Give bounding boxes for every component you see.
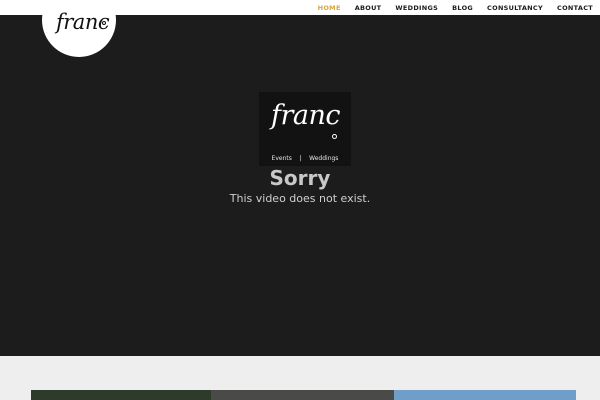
gallery-photo: [394, 390, 576, 400]
nav-item-weddings[interactable]: WEDDINGS: [395, 4, 438, 12]
video-logo-tagline: Events | Weddings: [271, 155, 339, 162]
video-registered-mark-icon: [332, 134, 337, 139]
video-error-title: Sorry: [269, 166, 331, 190]
nav-item-home[interactable]: HOME: [318, 4, 341, 12]
gallery-photo: [211, 390, 394, 400]
main-nav: HOME ABOUT WEDDINGS BLOG CONSULTANCY CON…: [318, 0, 600, 15]
gallery-photo: [31, 390, 211, 400]
video-error-message: This video does not exist.: [229, 192, 371, 205]
nav-item-consultancy[interactable]: CONSULTANCY: [487, 4, 543, 12]
nav-item-contact[interactable]: CONTACT: [557, 4, 593, 12]
video-logo-wordmark: franc: [271, 100, 341, 131]
nav-item-about[interactable]: ABOUT: [355, 4, 382, 12]
video-thumbnail-logo: franc Events | Weddings: [259, 92, 351, 166]
registered-mark-icon: [102, 21, 106, 25]
nav-item-blog[interactable]: BLOG: [452, 4, 473, 12]
gallery-photo-strip: [31, 390, 576, 400]
